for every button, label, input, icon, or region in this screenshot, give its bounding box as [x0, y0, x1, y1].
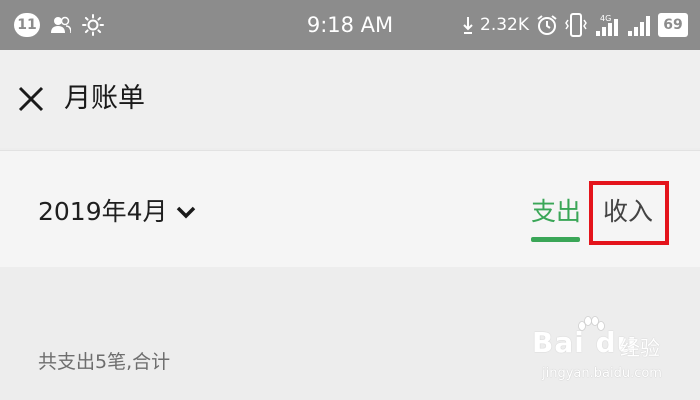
watermark-url: jingyan.baidu.com — [542, 366, 662, 381]
contacts-icon — [50, 14, 72, 36]
notification-count-badge: 11 — [14, 13, 40, 37]
status-bar-right: 2.32K 4G 69 — [463, 12, 688, 38]
month-bar: 2019年4月 支出 收入 — [0, 150, 700, 267]
status-time: 9:18 AM — [306, 13, 394, 37]
network-type-label: 4G — [600, 14, 611, 23]
month-label[interactable]: 2019年4月 — [38, 194, 168, 230]
watermark-label: 经验 — [620, 336, 660, 360]
title-bar: 月账单 — [0, 50, 700, 148]
chevron-down-icon[interactable] — [176, 205, 196, 219]
status-bar: 11 9:18 AM 2.32K 4G 69 — [0, 0, 700, 50]
alarm-clock-icon — [536, 14, 558, 36]
close-button[interactable] — [16, 84, 46, 114]
page-title: 月账单 — [64, 83, 145, 114]
close-icon[interactable] — [16, 84, 46, 114]
network-speed: 2.32K — [480, 15, 529, 35]
expense-summary: 共支出5笔,合计 — [38, 351, 171, 373]
tab-active-indicator — [531, 237, 580, 242]
signal-4g-icon: 4G — [594, 14, 620, 36]
highlight-annotation-box — [589, 181, 669, 245]
vibrate-icon — [565, 13, 587, 37]
signal-strength-icon — [627, 14, 651, 36]
download-arrow-icon — [463, 14, 473, 36]
battery-level: 69 — [658, 13, 688, 37]
tab-expense[interactable]: 支出 — [531, 195, 581, 229]
month-selector[interactable]: 2019年4月 — [38, 194, 196, 230]
brightness-icon — [82, 14, 104, 36]
baidu-jingyan-watermark: Bai du 经验 jingyan.baidu.com — [532, 316, 672, 388]
status-bar-left: 11 — [14, 13, 104, 37]
